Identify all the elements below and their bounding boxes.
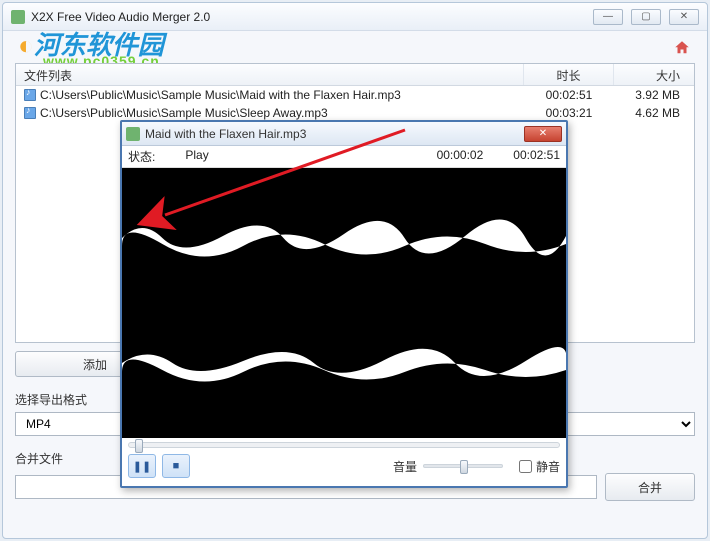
close-button[interactable]: ✕ xyxy=(669,9,699,25)
volume-thumb[interactable] xyxy=(460,460,468,474)
minimize-button[interactable]: — xyxy=(593,9,623,25)
elapsed-time: 00:00:02 xyxy=(437,148,484,165)
file-path: C:\Users\Public\Music\Sample Music\Maid … xyxy=(40,88,401,102)
player-title-text: Maid with the Flaxen Hair.mp3 xyxy=(145,127,306,141)
player-controls: ❚❚ ■ 音量 静音 xyxy=(122,448,566,486)
player-close-button[interactable]: ✕ xyxy=(524,126,562,142)
file-size: 4.62 MB xyxy=(614,105,694,121)
waveform-display xyxy=(122,168,566,438)
mute-label: 静音 xyxy=(536,458,560,475)
merge-button[interactable]: 合并 xyxy=(605,473,695,501)
table-row[interactable]: C:\Users\Public\Music\Sample Music\Maid … xyxy=(16,86,694,104)
file-size: 3.92 MB xyxy=(614,87,694,103)
audio-file-icon xyxy=(24,89,36,101)
volume-slider[interactable] xyxy=(423,464,503,468)
player-status-bar: 状态: Play 00:00:02 00:02:51 xyxy=(122,146,566,168)
volume-label: 音量 xyxy=(393,458,417,475)
maximize-button[interactable]: ▢ xyxy=(631,9,661,25)
list-header: 文件列表 时长 大小 xyxy=(16,64,694,86)
mute-checkbox-wrap[interactable]: 静音 xyxy=(519,458,560,475)
status-value: Play xyxy=(185,148,406,165)
audio-file-icon xyxy=(24,107,36,119)
player-dialog[interactable]: Maid with the Flaxen Hair.mp3 ✕ 状态: Play… xyxy=(120,120,568,488)
home-icon[interactable] xyxy=(673,39,691,57)
player-title-bar[interactable]: Maid with the Flaxen Hair.mp3 ✕ xyxy=(122,122,566,146)
window-controls: — ▢ ✕ xyxy=(593,9,699,25)
file-path: C:\Users\Public\Music\Sample Music\Sleep… xyxy=(40,106,328,120)
seek-track[interactable] xyxy=(128,442,560,448)
app-icon xyxy=(11,10,25,24)
col-header-size[interactable]: 大小 xyxy=(614,64,694,85)
total-time: 00:02:51 xyxy=(513,148,560,165)
mute-checkbox[interactable] xyxy=(519,460,532,473)
file-duration: 00:03:21 xyxy=(524,105,614,121)
stop-button[interactable]: ■ xyxy=(162,454,190,478)
seek-thumb[interactable] xyxy=(135,439,143,453)
seek-bar[interactable] xyxy=(122,438,566,448)
status-label: 状态: xyxy=(128,148,155,165)
title-bar[interactable]: X2X Free Video Audio Merger 2.0 — ▢ ✕ xyxy=(3,3,707,31)
pause-button[interactable]: ❚❚ xyxy=(128,454,156,478)
player-app-icon xyxy=(126,127,140,141)
app-title: X2X Free Video Audio Merger 2.0 xyxy=(31,10,210,24)
file-duration: 00:02:51 xyxy=(524,87,614,103)
col-header-duration[interactable]: 时长 xyxy=(524,64,614,85)
col-header-file[interactable]: 文件列表 xyxy=(16,64,524,85)
